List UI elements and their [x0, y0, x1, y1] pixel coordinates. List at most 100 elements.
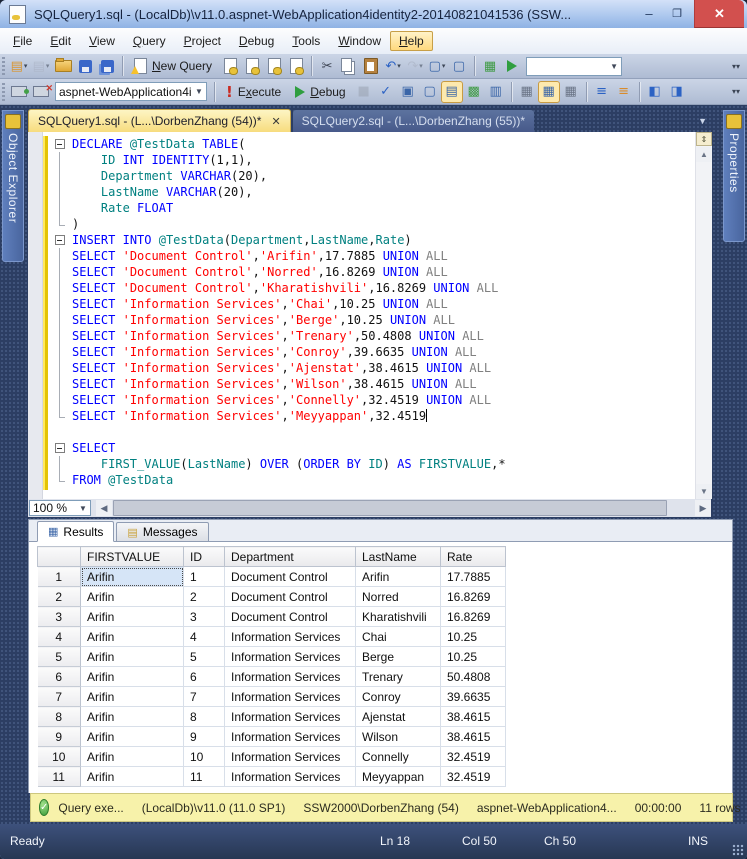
toolbar1-overflow-icon[interactable]: ▾▾: [729, 62, 743, 70]
grid-cell[interactable]: Arifin: [80, 686, 184, 707]
grid-cell[interactable]: Information Services: [224, 646, 356, 667]
grid-header-Rate[interactable]: Rate: [440, 546, 506, 567]
grid-cell[interactable]: Arifin: [80, 606, 184, 627]
grid-cell[interactable]: 3: [183, 606, 225, 627]
minimize-button[interactable]: –: [636, 0, 662, 26]
show-estimated-plan-icon[interactable]: ▣: [397, 81, 419, 103]
code-line-1[interactable]: DECLARE @TestData TABLE(: [28, 136, 678, 152]
comment-selection-icon[interactable]: ≡: [591, 81, 613, 103]
grid-rownum[interactable]: 2: [37, 586, 81, 607]
tab-results[interactable]: ▦ Results: [37, 521, 115, 542]
code-line-17[interactable]: SELECT 'Information Services','Connelly'…: [28, 392, 678, 408]
analysis-mdx-query-icon[interactable]: [241, 55, 263, 77]
grid-cell[interactable]: 38.4615: [440, 706, 506, 727]
grid-cell[interactable]: 5: [183, 646, 225, 667]
grid-cell[interactable]: Information Services: [224, 746, 356, 767]
scroll-left-arrow[interactable]: ◀: [96, 500, 112, 516]
close-tab-icon[interactable]: ✕: [271, 115, 280, 128]
menu-item-window[interactable]: Window: [329, 31, 390, 51]
results-grid[interactable]: FIRSTVALUE ID Department LastName Rate 1 Arifi…: [37, 546, 506, 787]
save-all-icon[interactable]: [96, 55, 118, 77]
grid-cell[interactable]: Arifin: [80, 586, 184, 607]
grid-cell[interactable]: 38.4615: [440, 726, 506, 747]
code-line-8[interactable]: SELECT 'Document Control','Arifin',17.78…: [28, 248, 678, 264]
document-tab-1[interactable]: SQLQuery1.sql - (L...\DorbenZhang (54))*…: [28, 109, 291, 132]
grid-cell[interactable]: 16.8269: [440, 586, 506, 607]
grid-cell[interactable]: 16.8269: [440, 606, 506, 627]
grid-rownum[interactable]: 5: [37, 646, 81, 667]
grid-rownum[interactable]: 10: [37, 746, 81, 767]
save-icon[interactable]: [74, 55, 96, 77]
paste-icon[interactable]: [360, 55, 382, 77]
new-item-dropdown-icon[interactable]: ▤ ▾: [8, 55, 30, 77]
grid-cell[interactable]: Arifin: [80, 746, 184, 767]
scroll-up-arrow[interactable]: ▲: [696, 147, 712, 162]
code-line-19[interactable]: [28, 424, 678, 440]
code-line-21[interactable]: FIRST_VALUE(LastName) OVER (ORDER BY ID)…: [28, 456, 678, 472]
menu-item-tools[interactable]: Tools: [283, 31, 329, 51]
scroll-right-arrow[interactable]: ▶: [695, 500, 711, 516]
grid-cell[interactable]: Arifin: [80, 706, 184, 727]
specify-template-values-icon[interactable]: ▤: [440, 80, 463, 103]
menu-item-file[interactable]: File: [4, 31, 41, 51]
grid-cell[interactable]: Chai: [355, 626, 441, 647]
execute-button[interactable]: ! Execute: [219, 81, 288, 103]
grid-cell[interactable]: 39.6635: [440, 686, 506, 707]
grid-cell[interactable]: 7: [183, 686, 225, 707]
grid-header-rownum[interactable]: [37, 546, 81, 567]
grid-rownum[interactable]: 9: [37, 726, 81, 747]
menu-item-debug[interactable]: Debug: [230, 31, 283, 51]
code-line-9[interactable]: SELECT 'Document Control','Norred',16.82…: [28, 264, 678, 280]
grid-cell[interactable]: Information Services: [224, 706, 356, 727]
grid-cell[interactable]: Arifin: [80, 566, 184, 587]
object-explorer-tab[interactable]: Object Explorer: [2, 110, 24, 262]
menu-item-project[interactable]: Project: [175, 31, 230, 51]
zoom-combo[interactable]: 100 % ▼: [29, 500, 91, 516]
results-to-grid-icon[interactable]: ▦: [537, 80, 560, 103]
resize-grip[interactable]: [732, 844, 744, 856]
query-designer-icon[interactable]: ▢: [419, 81, 441, 103]
include-actual-plan-icon[interactable]: ▩: [463, 81, 485, 103]
grid-cell[interactable]: Information Services: [224, 726, 356, 747]
code-line-12[interactable]: SELECT 'Information Services','Berge',10…: [28, 312, 678, 328]
grid-rownum[interactable]: 1: [37, 566, 81, 587]
properties-window-icon[interactable]: ▢: [448, 55, 470, 77]
toolbar-grip[interactable]: [2, 57, 5, 75]
tab-messages[interactable]: ▤ Messages: [116, 522, 209, 542]
close-button[interactable]: ✕: [694, 0, 744, 28]
document-tab-2[interactable]: SQLQuery2.sql - (L...\DorbenZhang (55))*: [292, 110, 535, 132]
code-line-2[interactable]: ID INT IDENTITY(1,1),: [28, 152, 678, 168]
increase-indent-icon[interactable]: ◨: [666, 81, 688, 103]
code-line-4[interactable]: LastName VARCHAR(20),: [28, 184, 678, 200]
grid-cell[interactable]: Information Services: [224, 766, 356, 787]
sql-editor[interactable]: DECLARE @TestData TABLE( ID INT IDENTITY…: [28, 132, 712, 499]
toolbar-grip[interactable]: [2, 82, 5, 101]
grid-cell[interactable]: 17.7885: [440, 566, 506, 587]
grid-cell[interactable]: 2: [183, 586, 225, 607]
grid-cell[interactable]: Document Control: [224, 586, 356, 607]
fold-collapse-icon[interactable]: [55, 232, 67, 248]
code-line-10[interactable]: SELECT 'Document Control','Kharatishvili…: [28, 280, 678, 296]
code-line-7[interactable]: INSERT INTO @TestData(Department,LastNam…: [28, 232, 678, 248]
grid-cell[interactable]: Arifin: [80, 726, 184, 747]
grid-cell[interactable]: 50.4808: [440, 666, 506, 687]
grid-cell[interactable]: Information Services: [224, 686, 356, 707]
code-line-6[interactable]: ): [28, 216, 678, 232]
grid-cell[interactable]: 10.25: [440, 626, 506, 647]
code-line-11[interactable]: SELECT 'Information Services','Chai',10.…: [28, 296, 678, 312]
grid-rownum[interactable]: 11: [37, 766, 81, 787]
grid-cell[interactable]: Information Services: [224, 626, 356, 647]
grid-cell[interactable]: Document Control: [224, 606, 356, 627]
cut-icon[interactable]: ✂: [316, 55, 338, 77]
decrease-indent-icon[interactable]: ◧: [644, 81, 666, 103]
maximize-button[interactable]: ❐: [664, 0, 690, 26]
new-query-button[interactable]: New Query: [127, 56, 219, 76]
analysis-dmx-query-icon[interactable]: [263, 55, 285, 77]
grid-cell[interactable]: Ajenstat: [355, 706, 441, 727]
split-window-handle[interactable]: ⇕: [696, 132, 712, 146]
grid-header-Department[interactable]: Department: [224, 546, 356, 567]
navigate-dropdown-icon[interactable]: ▢ ▾: [426, 55, 448, 77]
fold-collapse-icon[interactable]: [55, 136, 67, 152]
grid-header-FIRSTVALUE[interactable]: FIRSTVALUE: [80, 546, 184, 567]
grid-cell[interactable]: Kharatishvili: [355, 606, 441, 627]
